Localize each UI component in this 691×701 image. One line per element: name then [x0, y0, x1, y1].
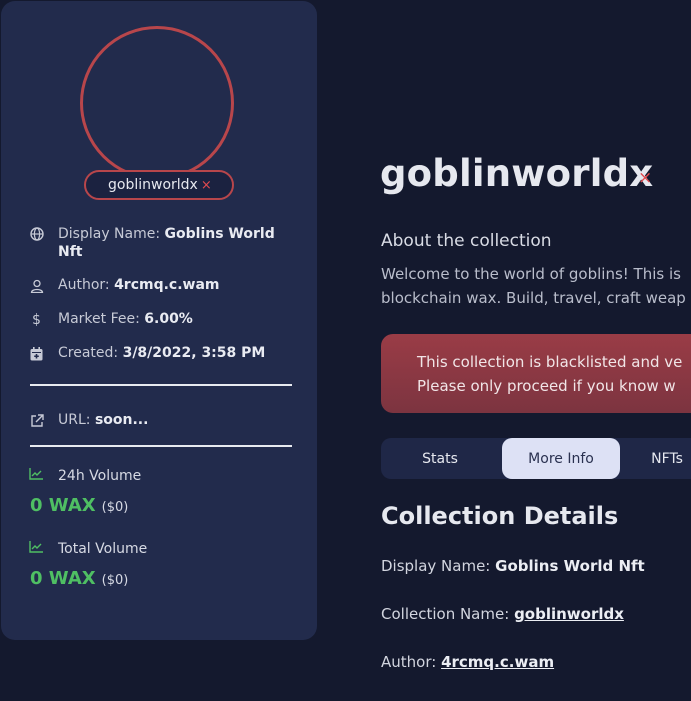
- user-icon: [29, 278, 44, 293]
- display-name-text: Display Name: Goblins World Nft: [58, 225, 289, 261]
- alert-line: Please only proceed if you know w: [417, 377, 676, 395]
- detail-collection-name-label: Collection Name:: [381, 605, 510, 623]
- detail-collection-name: Collection Name: goblinworldx: [381, 605, 624, 623]
- detail-display-name-value: Goblins World Nft: [495, 557, 645, 575]
- market-fee-value: 6.00%: [144, 311, 193, 327]
- market-fee-row: $ Market Fee: 6.00%: [29, 311, 193, 328]
- tab-nfts[interactable]: NFTs: [637, 438, 691, 479]
- dollar-icon: $: [32, 311, 41, 328]
- volume-total-wax: 0 WAX: [30, 568, 96, 589]
- volume-24h-label-row: 24h Volume: [29, 468, 141, 484]
- detail-display-name-label: Display Name:: [381, 557, 491, 575]
- trending-up-icon: [29, 468, 44, 484]
- collection-name-badge[interactable]: goblinworldx ×: [84, 170, 234, 200]
- globe-icon: [29, 226, 44, 241]
- volume-24h-usd: ($0): [101, 500, 129, 515]
- page-title: goblinworldx: [380, 152, 654, 195]
- about-description: Welcome to the world of goblins! This is…: [381, 262, 691, 310]
- volume-24h-wax: 0 WAX: [30, 495, 96, 516]
- volume-total-label-row: Total Volume: [29, 541, 147, 557]
- volume-24h-value: 0 WAX ($0): [30, 495, 128, 516]
- collection-name-link[interactable]: goblinworldx: [514, 605, 624, 623]
- external-link-icon: [29, 413, 44, 428]
- trending-up-icon: [29, 541, 44, 557]
- calendar-icon: [29, 346, 44, 361]
- collection-tabs: Stats More Info NFTs: [381, 438, 691, 479]
- divider: [30, 445, 292, 447]
- detail-display-name: Display Name: Goblins World Nft: [381, 557, 645, 575]
- detail-author-label: Author:: [381, 653, 437, 671]
- author-link[interactable]: 4rcmq.c.wam: [441, 653, 554, 671]
- alert-line: This collection is blacklisted and ve: [417, 353, 683, 371]
- blacklisted-x-icon: ×: [638, 168, 653, 188]
- market-fee-label: Market Fee:: [58, 311, 140, 327]
- detail-author: Author: 4rcmq.c.wam: [381, 653, 554, 671]
- blacklisted-x-icon: ×: [200, 177, 212, 193]
- url-row[interactable]: URL: soon...: [29, 412, 148, 428]
- about-line: blockchain wax. Build, travel, craft wea…: [381, 289, 686, 307]
- volume-total-value: 0 WAX ($0): [30, 568, 128, 589]
- tab-more-info[interactable]: More Info: [502, 438, 620, 479]
- author-label: Author:: [58, 277, 110, 293]
- volume-24h-label: 24h Volume: [58, 468, 142, 484]
- collection-avatar: [80, 26, 234, 180]
- author-row: Author: 4rcmq.c.wam: [29, 277, 220, 293]
- section-title: Collection Details: [381, 502, 619, 530]
- collection-sidebar-card: goblinworldx × Display Name: Goblins Wor…: [1, 1, 317, 640]
- created-label: Created:: [58, 345, 119, 361]
- collection-name-badge-label: goblinworldx: [108, 177, 198, 193]
- tab-stats[interactable]: Stats: [381, 438, 499, 479]
- display-name-row: Display Name: Goblins World Nft: [29, 225, 289, 261]
- created-row: Created: 3/8/2022, 3:58 PM: [29, 345, 265, 361]
- volume-total-usd: ($0): [101, 573, 129, 588]
- volume-total-label: Total Volume: [58, 541, 148, 557]
- collection-page: goblinworldx × Display Name: Goblins Wor…: [0, 0, 691, 701]
- display-name-label: Display Name:: [58, 226, 161, 242]
- url-value[interactable]: soon...: [95, 412, 149, 428]
- about-heading: About the collection: [381, 231, 552, 251]
- created-value: 3/8/2022, 3:58 PM: [122, 345, 266, 361]
- about-line: Welcome to the world of goblins! This is: [381, 265, 681, 283]
- blacklist-warning-alert: This collection is blacklisted and ve Pl…: [381, 334, 691, 413]
- author-value[interactable]: 4rcmq.c.wam: [114, 277, 219, 293]
- url-label: URL:: [58, 412, 91, 428]
- divider: [30, 384, 292, 386]
